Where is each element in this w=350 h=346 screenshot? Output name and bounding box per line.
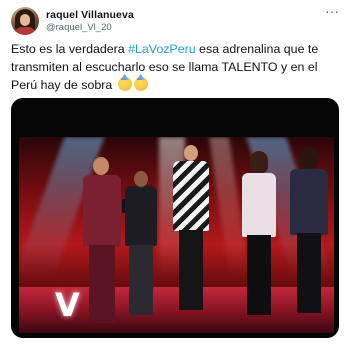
tweet-media-photo[interactable]: V [11,98,339,338]
user-name[interactable]: raquel Villanueva [46,9,134,21]
tweet-text: Esto es la verdadera #LaVozPeru esa adre… [11,40,339,94]
more-options-icon[interactable]: ··· [321,4,343,22]
hashtag-link[interactable]: #LaVozPeru [128,42,196,56]
tweet-text-before: Esto es la verdadera [11,42,129,56]
performer-figure [123,171,159,331]
performer-figure [172,145,210,325]
party-face-emoji-icon [133,77,148,91]
party-face-emoji-icon [117,77,132,91]
performer-figure [241,151,277,329]
avatar[interactable] [11,7,39,35]
performer-figure [81,157,123,333]
tv-screen-image: V [19,137,334,333]
tweet: raquel Villanueva @raquel_Vl_20 ··· Esto… [0,0,350,346]
user-handle[interactable]: @raquel_Vl_20 [46,22,112,33]
performer-figure [289,147,329,329]
